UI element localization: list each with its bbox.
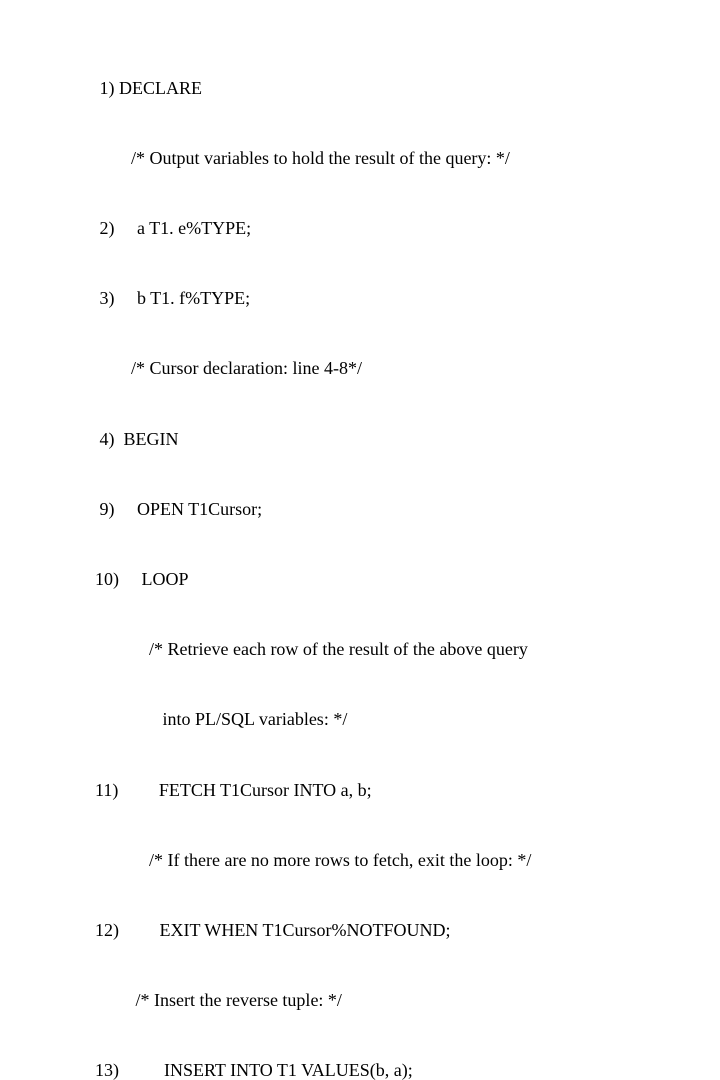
- code-line: /* If there are no more rows to fetch, e…: [95, 849, 720, 872]
- code-line: 2) a T1. e%TYPE;: [95, 217, 720, 240]
- code-line: 11) FETCH T1Cursor INTO a, b;: [95, 779, 720, 802]
- code-line: 1) DECLARE: [95, 77, 720, 100]
- code-line: 9) OPEN T1Cursor;: [95, 498, 720, 521]
- code-line: 10) LOOP: [95, 568, 720, 591]
- code-line: 13) INSERT INTO T1 VALUES(b, a);: [95, 1059, 720, 1080]
- code-line: 4) BEGIN: [95, 428, 720, 451]
- code-line: 12) EXIT WHEN T1Cursor%NOTFOUND;: [95, 919, 720, 942]
- code-line: 3) b T1. f%TYPE;: [95, 287, 720, 310]
- code-block: 1) DECLARE /* Output variables to hold t…: [0, 0, 720, 1080]
- code-line: /* Retrieve each row of the result of th…: [95, 638, 720, 661]
- code-line: /* Output variables to hold the result o…: [95, 147, 720, 170]
- code-line: into PL/SQL variables: */: [95, 708, 720, 731]
- code-line: /* Insert the reverse tuple: */: [95, 989, 720, 1012]
- code-line: /* Cursor declaration: line 4-8*/: [95, 357, 720, 380]
